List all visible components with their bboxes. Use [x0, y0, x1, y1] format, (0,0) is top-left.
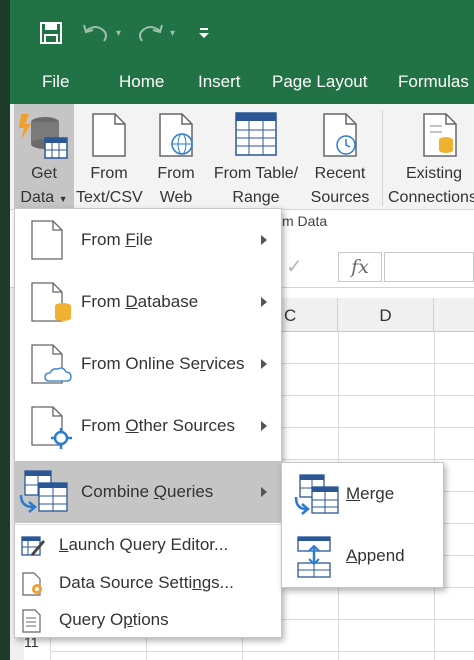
submenu-item-label: Merge: [346, 484, 395, 503]
enter-check-icon[interactable]: ✓: [286, 254, 303, 279]
other-sources-file-icon: [31, 406, 75, 455]
get-data-button[interactable]: Get Data ▼: [14, 104, 74, 210]
combine-queries-icon: [19, 469, 71, 520]
submenu-arrow-icon: [261, 487, 267, 497]
menu-item-combine-queries[interactable]: Combine Queries: [15, 461, 281, 523]
from-table-label-2: Range: [232, 189, 280, 206]
menu-item-from-database[interactable]: From Database: [15, 271, 281, 333]
menu-item-data-source-settings[interactable]: Data Source Settings...: [15, 565, 281, 601]
recent-sources-label-1: Recent: [314, 165, 366, 182]
menu-item-label: Launch Query Editor...: [59, 535, 229, 554]
web-document-icon: [158, 112, 194, 166]
query-editor-icon: [21, 534, 45, 563]
merge-icon: [294, 473, 340, 522]
existing-connections-label-2: Connections: [388, 189, 474, 206]
menu-item-label: Combine Queries: [81, 482, 214, 501]
tab-file[interactable]: File: [42, 64, 69, 104]
menu-item-label: Data Source Settings...: [59, 573, 234, 592]
formula-input[interactable]: [384, 252, 474, 282]
query-options-icon: [21, 609, 43, 638]
table-icon: [235, 112, 277, 164]
undo-icon[interactable]: [82, 20, 110, 46]
redo-icon[interactable]: [136, 20, 164, 46]
tab-insert[interactable]: Insert: [198, 64, 241, 104]
tab-page-layout[interactable]: Page Layout: [272, 64, 367, 104]
get-data-label-1: Get: [31, 165, 57, 182]
submenu-arrow-icon: [261, 421, 267, 431]
database-file-icon: [31, 282, 73, 327]
submenu-arrow-icon: [261, 359, 267, 369]
menu-item-from-online-services[interactable]: From Online Services: [15, 333, 281, 395]
menu-item-label: From File: [81, 230, 153, 249]
from-text-csv-label-2: Text/CSV: [76, 189, 143, 206]
column-header-d[interactable]: D: [338, 298, 434, 332]
from-text-csv-label-1: From: [90, 165, 128, 182]
submenu-arrow-icon: [261, 235, 267, 245]
menu-item-from-file[interactable]: From File: [15, 209, 281, 271]
submenu-item-label: Append: [346, 546, 405, 565]
data-source-settings-icon: [21, 572, 45, 601]
tab-home[interactable]: Home: [119, 64, 164, 104]
clock-document-icon: [322, 112, 358, 166]
existing-connections-label-1: Existing: [406, 165, 463, 182]
ribbon-group-label: m Data: [282, 213, 328, 229]
append-icon: [294, 535, 334, 584]
ribbon: Get Data ▼ From Text/CSV From Web From Tabl…: [10, 104, 474, 210]
existing-connections-button[interactable]: Existing Connections: [388, 104, 474, 210]
from-web-label-1: From: [157, 165, 195, 182]
from-web-label-2: Web: [159, 189, 193, 206]
menu-item-query-options[interactable]: Query Options: [15, 602, 281, 638]
menu-item-label: From Database: [81, 292, 199, 311]
from-table-label-1: From Table/: [213, 165, 299, 182]
menu-separator: [15, 524, 281, 525]
tab-formulas[interactable]: Formulas: [398, 64, 469, 104]
combine-queries-submenu: Merge Append: [281, 462, 444, 588]
save-icon[interactable]: [40, 20, 62, 46]
redo-dropdown-icon[interactable]: ▾: [170, 20, 175, 46]
menu-item-label: From Other Sources: [81, 416, 236, 435]
menu-item-launch-query-editor[interactable]: Launch Query Editor...: [15, 527, 281, 563]
menu-item-label: Query Options: [59, 610, 169, 629]
submenu-item-merge[interactable]: Merge: [282, 463, 443, 525]
menu-item-label: From Online Services: [81, 354, 245, 373]
file-icon: [31, 220, 63, 265]
from-text-csv-button[interactable]: From Text/CSV: [76, 104, 143, 210]
ribbon-tabs: File Home Insert Page Layout Formulas: [10, 64, 474, 104]
excel-window: ▾ ▾ File Home Insert Page Layout Formula…: [10, 0, 474, 660]
customize-qat-icon[interactable]: [198, 20, 210, 46]
from-web-button[interactable]: From Web: [148, 104, 204, 210]
ribbon-divider: [382, 110, 383, 206]
submenu-arrow-icon: [261, 297, 267, 307]
submenu-item-append[interactable]: Append: [282, 525, 443, 587]
cloud-file-icon: [31, 344, 75, 389]
recent-sources-label-2: Sources: [310, 189, 370, 206]
menu-item-from-other-sources[interactable]: From Other Sources: [15, 395, 281, 457]
get-data-menu: From File From Database From Online Serv…: [14, 208, 282, 638]
from-table-range-button[interactable]: From Table/Range: [208, 104, 304, 210]
undo-dropdown-icon[interactable]: ▾: [116, 20, 121, 46]
insert-function-button[interactable]: fx: [338, 252, 382, 282]
get-data-icon: [19, 112, 69, 168]
recent-sources-button[interactable]: Recent Sources: [306, 104, 374, 210]
connection-document-icon: [422, 112, 458, 166]
document-icon: [91, 112, 127, 166]
quick-access-toolbar: ▾ ▾: [10, 0, 474, 64]
